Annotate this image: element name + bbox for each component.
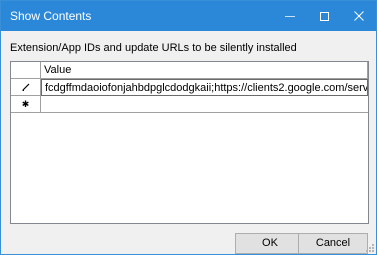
close-button[interactable]	[342, 1, 376, 31]
value-cell-editor[interactable]: fcdgffmdaoiofonjahbdpglcdodgkaii;https:/…	[41, 79, 368, 96]
grid-row[interactable]: fcdgffmdaoiofonjahbdpglcdodgkaii;https:/…	[11, 79, 368, 96]
new-row-header[interactable]: ✱	[11, 96, 41, 113]
column-header-value[interactable]: Value	[41, 62, 368, 79]
values-grid[interactable]: Value fcdgffmdaoiofonjahbdpglcdodgkaii;h…	[10, 61, 369, 224]
minimize-button[interactable]	[273, 1, 307, 31]
close-icon	[354, 11, 364, 21]
maximize-icon	[319, 11, 329, 21]
description-label: Extension/App IDs and update URLs to be …	[10, 42, 297, 54]
new-value-cell[interactable]	[41, 96, 368, 113]
title-bar[interactable]: Show Contents	[1, 1, 376, 31]
resize-grip-icon[interactable]	[366, 244, 374, 252]
ok-button[interactable]: OK	[235, 233, 305, 254]
window-title: Show Contents	[10, 9, 92, 23]
show-contents-dialog: Show Contents Extension/App IDs and upda…	[0, 0, 377, 255]
new-row-asterisk: ✱	[21, 98, 30, 109]
grid-header-row: Value	[11, 62, 368, 79]
dialog-footer: OK Cancel	[1, 224, 376, 254]
pencil-icon	[22, 83, 29, 91]
grid-new-row[interactable]: ✱	[11, 96, 368, 113]
maximize-button[interactable]	[307, 1, 341, 31]
row-header[interactable]	[11, 79, 41, 96]
value-cell-text: fcdgffmdaoiofonjahbdpglcdodgkaii;https:/…	[45, 82, 368, 94]
minimize-icon	[285, 15, 295, 17]
grid-corner-header[interactable]	[11, 62, 41, 79]
cancel-button[interactable]: Cancel	[298, 233, 368, 254]
